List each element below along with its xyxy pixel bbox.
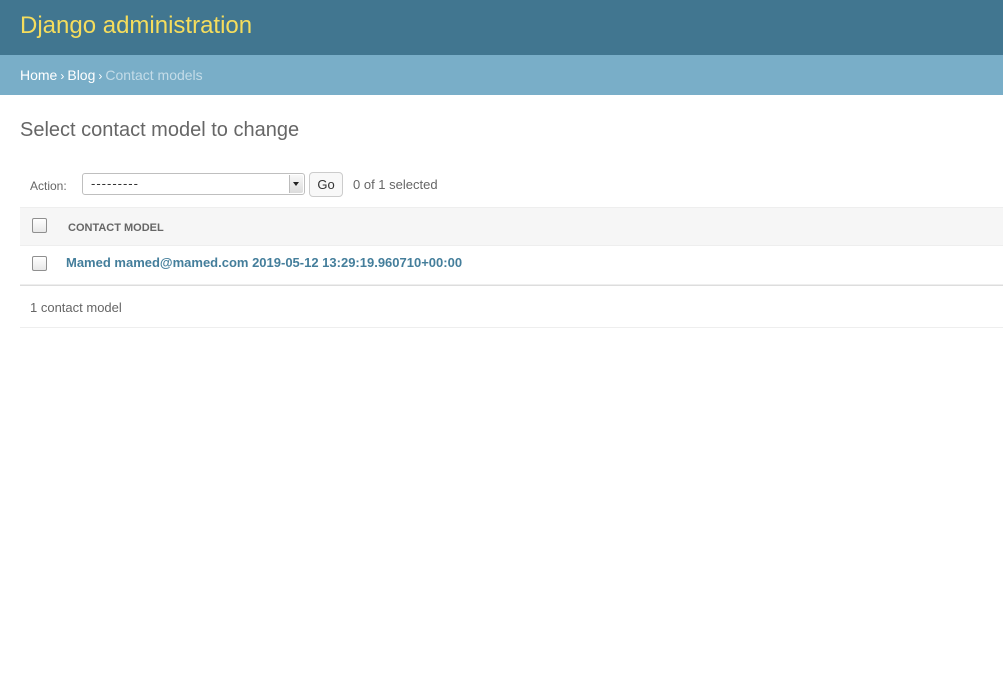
- site-title[interactable]: Django administration: [20, 12, 252, 40]
- breadcrumb-home-link[interactable]: Home: [20, 67, 57, 83]
- chevron-down-icon: [293, 182, 299, 186]
- action-select-value: ---------: [91, 176, 139, 191]
- select-all-checkbox[interactable]: [32, 218, 47, 233]
- breadcrumb-separator: ›: [60, 69, 65, 83]
- result-count: 1 contact model: [30, 300, 122, 315]
- breadcrumb-trail: Home › Blog › Contact models: [20, 67, 203, 84]
- selected-count: 0 of 1 selected: [353, 177, 438, 192]
- breadcrumb-separator: ›: [98, 69, 103, 83]
- breadcrumb: Home › Blog › Contact models: [0, 55, 1003, 95]
- page-title: Select contact model to change: [20, 119, 300, 141]
- row-checkbox[interactable]: [32, 256, 47, 271]
- action-select[interactable]: ---------: [82, 173, 305, 195]
- breadcrumb-current: Contact models: [105, 67, 203, 83]
- table-row: Mamed mamed@mamed.com 2019-05-12 13:29:1…: [20, 246, 1003, 285]
- go-button[interactable]: Go: [309, 172, 343, 197]
- column-header-contact-model[interactable]: CONTACT MODEL: [68, 222, 164, 234]
- breadcrumb-blog-link[interactable]: Blog: [67, 67, 95, 83]
- dropdown-button[interactable]: [289, 175, 303, 193]
- action-label: Action:: [30, 179, 67, 193]
- results-table: CONTACT MODEL Mamed mamed@mamed.com 2019…: [20, 207, 1003, 328]
- row-link[interactable]: Mamed mamed@mamed.com 2019-05-12 13:29:1…: [66, 256, 462, 270]
- paginator: 1 contact model: [20, 286, 1003, 328]
- actions-bar: Action: --------- Go 0 of 1 selected: [20, 171, 1003, 201]
- table-header: CONTACT MODEL: [20, 207, 1003, 246]
- header-bar: Django administration: [0, 0, 1003, 55]
